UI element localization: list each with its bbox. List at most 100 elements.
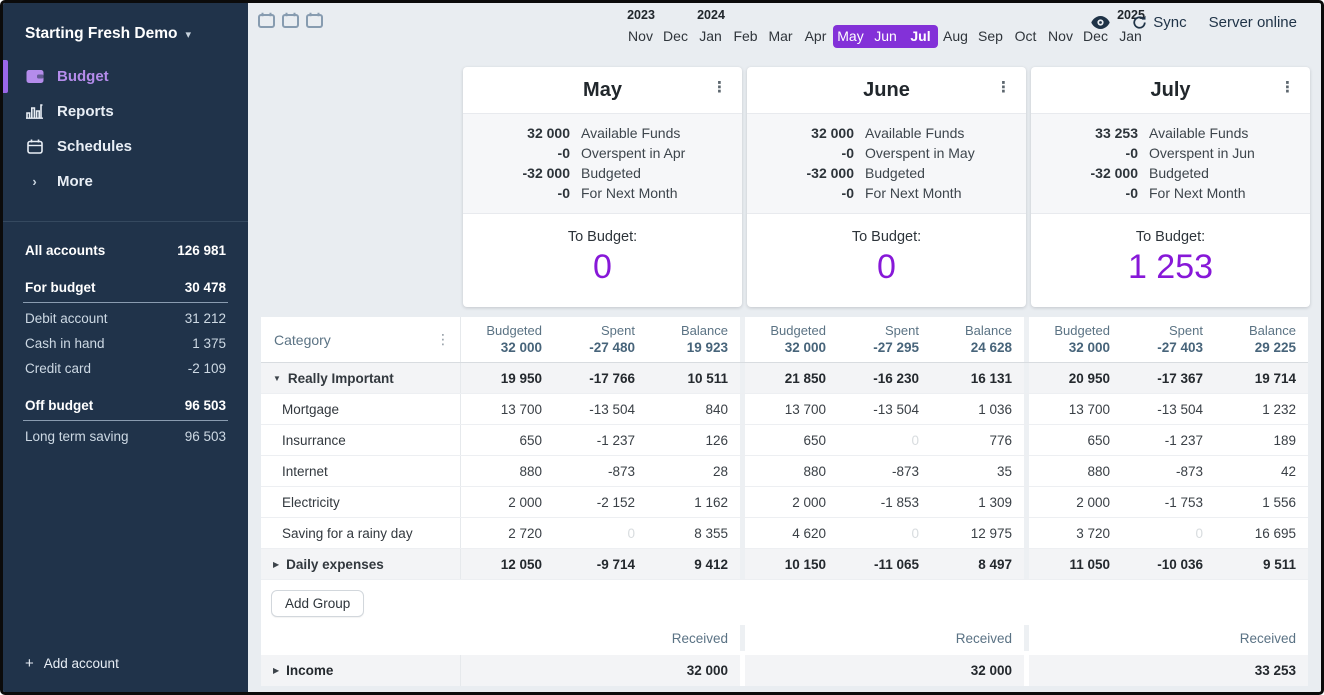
balance-cell[interactable]: 35	[931, 464, 1024, 479]
spent-cell[interactable]: 0	[838, 433, 931, 448]
spent-cell[interactable]: -16 230	[838, 371, 931, 386]
expand-triangle-icon[interactable]: ▶	[273, 666, 279, 675]
budget-file-switcher[interactable]: Starting Fresh Demo ▾	[3, 3, 248, 59]
to-budget-amount[interactable]: 0	[463, 248, 742, 287]
budgeted-cell[interactable]: 2 000	[1029, 495, 1122, 510]
balance-cell[interactable]: 1 309	[931, 495, 1024, 510]
to-budget-amount[interactable]: 1 253	[1031, 248, 1310, 287]
spent-cell[interactable]: -873	[554, 464, 647, 479]
balance-cell[interactable]: 840	[647, 402, 740, 417]
balance-cell[interactable]: 12 975	[931, 526, 1024, 541]
month-button[interactable]: Sep	[973, 25, 1008, 48]
off-budget-group-row[interactable]: Off budget 96 503	[23, 393, 228, 421]
add-group-button[interactable]: Add Group	[271, 590, 364, 617]
sync-button[interactable]: Sync	[1132, 14, 1186, 31]
month-menu-kebab-icon[interactable]: ⋮	[1280, 80, 1295, 95]
server-status-button[interactable]: Server online	[1209, 14, 1297, 31]
balance-cell[interactable]: 9 511	[1215, 557, 1308, 572]
spent-cell[interactable]: -1 853	[838, 495, 931, 510]
balance-cell[interactable]: 16 695	[1215, 526, 1308, 541]
spent-cell[interactable]: -2 152	[554, 495, 647, 510]
month-button-selected[interactable]: Jul	[903, 25, 938, 48]
month-button[interactable]: Dec	[658, 25, 693, 48]
month-button[interactable]: Apr	[798, 25, 833, 48]
spent-cell[interactable]: -13 504	[554, 402, 647, 417]
spent-cell[interactable]: -1 753	[1122, 495, 1215, 510]
budgeted-cell[interactable]: 650	[461, 433, 554, 448]
balance-cell[interactable]: 10 511	[647, 371, 740, 386]
budgeted-cell[interactable]: 2 000	[745, 495, 838, 510]
spent-cell[interactable]: -873	[838, 464, 931, 479]
balance-cell[interactable]: 9 412	[647, 557, 740, 572]
category-group-row-daily-expenses[interactable]: ▶Daily expenses 12 050 -9 714 9 412 10 1…	[261, 549, 1308, 580]
add-account-button[interactable]: + Add account	[3, 639, 248, 692]
spent-cell[interactable]: -10 036	[1122, 557, 1215, 572]
balance-cell[interactable]: 189	[1215, 433, 1308, 448]
month-button[interactable]: Nov	[1043, 25, 1078, 48]
balance-cell[interactable]: 1 036	[931, 402, 1024, 417]
sidebar-item-more[interactable]: › More	[3, 164, 248, 199]
all-accounts-row[interactable]: All accounts 126 981	[23, 238, 228, 263]
balance-cell[interactable]: 1 162	[647, 495, 740, 510]
budgeted-cell[interactable]: 3 720	[1029, 526, 1122, 541]
one-month-view-button[interactable]	[258, 12, 275, 28]
month-card-title[interactable]: July	[1150, 79, 1190, 101]
budgeted-cell[interactable]: 21 850	[745, 371, 838, 386]
spent-cell[interactable]: -17 367	[1122, 371, 1215, 386]
budgeted-cell[interactable]: 880	[745, 464, 838, 479]
two-month-view-button[interactable]	[282, 12, 299, 28]
budgeted-cell[interactable]: 12 050	[461, 557, 554, 572]
budgeted-cell[interactable]: 11 050	[1029, 557, 1122, 572]
month-button[interactable]: Jan	[693, 25, 728, 48]
sidebar-item-schedules[interactable]: Schedules	[3, 129, 248, 164]
spent-cell[interactable]: -1 237	[1122, 433, 1215, 448]
budgeted-cell[interactable]: 19 950	[461, 371, 554, 386]
budgeted-cell[interactable]: 13 700	[461, 402, 554, 417]
month-card-title[interactable]: May	[583, 79, 622, 101]
budgeted-cell[interactable]: 4 620	[745, 526, 838, 541]
budgeted-cell[interactable]: 13 700	[745, 402, 838, 417]
account-row-long-term-saving[interactable]: Long term saving 96 503	[23, 424, 228, 449]
spent-cell[interactable]: -11 065	[838, 557, 931, 572]
balance-cell[interactable]: 42	[1215, 464, 1308, 479]
account-row-credit-card[interactable]: Credit card -2 109	[23, 356, 228, 381]
month-button[interactable]: Nov	[623, 25, 658, 48]
balance-cell[interactable]: 1 556	[1215, 495, 1308, 510]
three-month-view-button[interactable]	[306, 12, 323, 28]
spent-cell[interactable]: -1 237	[554, 433, 647, 448]
budgeted-cell[interactable]: 650	[1029, 433, 1122, 448]
category-menu-kebab-icon[interactable]: ⋮	[436, 331, 450, 348]
spent-cell[interactable]: -13 504	[1122, 402, 1215, 417]
budgeted-cell[interactable]: 10 150	[745, 557, 838, 572]
balance-cell[interactable]: 126	[647, 433, 740, 448]
spent-cell[interactable]: 0	[1122, 526, 1215, 541]
month-button[interactable]: Feb	[728, 25, 763, 48]
privacy-toggle-button[interactable]	[1091, 16, 1110, 29]
sidebar-item-reports[interactable]: Reports	[3, 94, 248, 129]
sidebar-item-budget[interactable]: Budget	[3, 59, 248, 94]
budgeted-cell[interactable]: 880	[461, 464, 554, 479]
balance-cell[interactable]: 8 355	[647, 526, 740, 541]
spent-cell[interactable]: -13 504	[838, 402, 931, 417]
account-row-debit[interactable]: Debit account 31 212	[23, 306, 228, 331]
category-row-mortgage[interactable]: Mortgage 13 700 -13 504 840 13 700 -13 5…	[261, 394, 1308, 425]
budgeted-cell[interactable]: 13 700	[1029, 402, 1122, 417]
category-row-insurrance[interactable]: Insurrance 650 -1 237 126 650 0 776 650 …	[261, 425, 1308, 456]
month-button-selected[interactable]: Jun	[868, 25, 903, 48]
balance-cell[interactable]: 28	[647, 464, 740, 479]
budgeted-cell[interactable]: 2 720	[461, 526, 554, 541]
for-budget-group-row[interactable]: For budget 30 478	[23, 275, 228, 303]
balance-cell[interactable]: 1 232	[1215, 402, 1308, 417]
month-button[interactable]: Oct	[1008, 25, 1043, 48]
month-button[interactable]: Aug	[938, 25, 973, 48]
category-row-electricity[interactable]: Electricity 2 000 -2 152 1 162 2 000 -1 …	[261, 487, 1308, 518]
category-row-saving-rainy-day[interactable]: Saving for a rainy day 2 720 0 8 355 4 6…	[261, 518, 1308, 549]
income-group-row[interactable]: ▶Income 32 000 32 000 33 253	[261, 655, 1308, 686]
budgeted-cell[interactable]: 650	[745, 433, 838, 448]
month-button[interactable]: Mar	[763, 25, 798, 48]
spent-cell[interactable]: 0	[554, 526, 647, 541]
balance-cell[interactable]: 8 497	[931, 557, 1024, 572]
month-button-selected[interactable]: May	[833, 25, 868, 48]
month-card-title[interactable]: June	[863, 79, 910, 101]
balance-cell[interactable]: 776	[931, 433, 1024, 448]
